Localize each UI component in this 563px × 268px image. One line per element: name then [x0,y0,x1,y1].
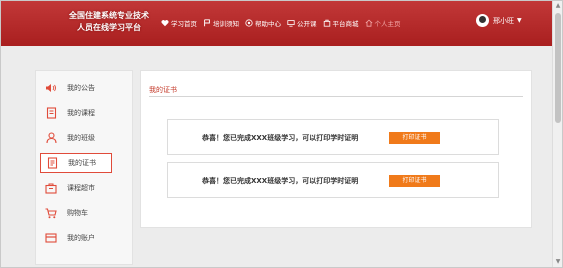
sidebar-item-label: 我的班级 [67,134,95,142]
sidebar-item-courses[interactable]: 我的课程 [40,103,112,123]
flag-icon [204,19,210,27]
vertical-scrollbar[interactable]: ▲ ▼ [552,1,562,267]
scroll-up-arrow-icon[interactable]: ▲ [553,1,563,11]
sidebar-item-label: 课程超市 [67,184,95,192]
user-icon [44,132,58,144]
sidebar-item-label: 我的账户 [67,234,95,242]
top-header: 全国住建系统专业技术 人员在线学习平台 学习首页 培训须知 帮助中心 公开课 平… [1,1,552,46]
help-icon [245,19,253,27]
main-panel: 我的证书 恭喜！您已完成XXX班级学习，可以打印学时证明 打印证书 恭喜！您已完… [140,70,532,228]
nav-training-notice[interactable]: 培训须知 [203,18,239,28]
scroll-thumb[interactable] [555,13,561,123]
sidebar-item-certificates[interactable]: 我的证书 [40,153,112,173]
nav-label: 公开课 [297,20,317,28]
print-certificate-button[interactable]: 打印证书 [389,132,440,144]
shop-icon [323,19,330,27]
avatar [476,14,489,27]
nav-study-home[interactable]: 学习首页 [161,18,197,28]
nav-open-course[interactable]: 公开课 [287,18,317,28]
chevron-down-icon: ▼ [517,17,522,24]
nav-label: 帮助中心 [255,20,281,28]
certificate-message: 恭喜！您已完成XXX班级学习，可以打印学时证明 [202,177,359,185]
store-icon [44,182,58,194]
nav-personal-home[interactable]: 个人主页 [365,18,401,28]
user-menu[interactable]: 邢小旺 ▼ [476,14,522,27]
speaker-icon [44,82,58,94]
nav-label: 培训须知 [213,20,239,28]
cart-icon [44,207,58,219]
sidebar-item-label: 我的公告 [67,84,95,92]
monitor-icon [287,20,295,27]
sidebar-item-classes[interactable]: 我的班级 [40,128,112,148]
sidebar-item-cart[interactable]: 购物车 [40,203,112,223]
sidebar-item-account[interactable]: 我的账户 [40,228,112,248]
certificate-message: 恭喜！您已完成XXX班级学习，可以打印学时证明 [202,134,359,142]
sidebar-item-announcements[interactable]: 我的公告 [40,78,112,98]
print-certificate-button[interactable]: 打印证书 [389,175,440,187]
nav-help-center[interactable]: 帮助中心 [245,18,281,28]
nav-platform-mall[interactable]: 平台商城 [323,18,359,28]
book-icon [44,107,58,119]
top-nav: 学习首页 培训须知 帮助中心 公开课 平台商城 个人主页 [161,17,407,29]
sidebar-item-label: 我的课程 [67,109,95,117]
scroll-down-arrow-icon[interactable]: ▼ [553,257,563,267]
logo-line-2: 人员在线学习平台 [77,23,141,32]
site-logo[interactable]: 全国住建系统专业技术 人员在线学习平台 [61,10,157,34]
home-icon [365,19,372,27]
nav-label: 学习首页 [171,20,197,28]
sidebar: 我的公告 我的课程 我的班级 我的证书 课程超市 购物车 我的账户 [35,70,133,265]
nav-label: 平台商城 [332,20,359,28]
sidebar-item-course-market[interactable]: 课程超市 [40,178,112,198]
sidebar-item-label: 我的证书 [68,159,96,167]
certificate-card: 恭喜！您已完成XXX班级学习，可以打印学时证明 打印证书 [167,119,499,155]
certificate-card: 恭喜！您已完成XXX班级学习，可以打印学时证明 打印证书 [167,162,499,198]
user-name: 邢小旺 [493,16,514,25]
certificate-icon [45,157,59,169]
title-divider [149,96,523,97]
sidebar-item-label: 购物车 [67,209,88,217]
heart-icon [161,20,169,27]
account-icon [44,232,58,244]
nav-label: 个人主页 [374,20,401,28]
logo-line-1: 全国住建系统专业技术 [69,11,149,20]
page-title: 我的证书 [149,86,177,94]
